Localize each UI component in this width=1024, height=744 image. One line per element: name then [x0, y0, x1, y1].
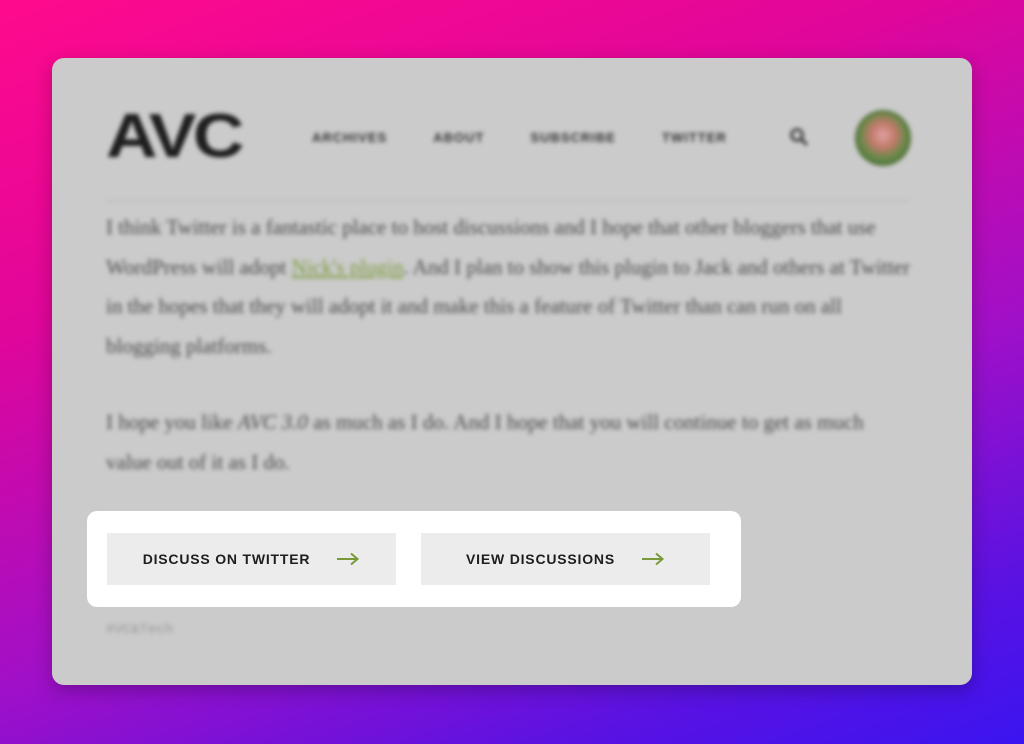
post-tag[interactable]: #VC&Tech	[106, 622, 173, 638]
search-icon[interactable]	[788, 126, 810, 148]
nav-twitter[interactable]: TWITTER	[662, 130, 727, 145]
paragraph-text: I hope you like	[106, 410, 238, 434]
article-paragraph: I think Twitter is a fantastic place to …	[106, 208, 912, 366]
header-divider	[106, 200, 909, 201]
nav-subscribe[interactable]: SUBSCRIBE	[530, 130, 616, 145]
nicks-plugin-link[interactable]: Nick's plugin	[292, 255, 404, 279]
site-logo[interactable]: AVC	[106, 106, 244, 168]
discuss-button-label: DISCUSS ON TWITTER	[142, 551, 311, 567]
main-nav: ARCHIVES ABOUT SUBSCRIBE TWITTER	[312, 130, 727, 145]
avatar[interactable]	[855, 110, 911, 166]
arrow-right-icon	[641, 552, 665, 566]
paragraph-emphasis: AVC 3.0	[237, 410, 308, 434]
arrow-right-icon	[337, 552, 360, 566]
nav-about[interactable]: ABOUT	[433, 130, 484, 145]
nav-archives[interactable]: ARCHIVES	[312, 130, 387, 145]
article-paragraph: I hope you like AVC 3.0 as much as I do.…	[106, 403, 912, 482]
view-discussions-button[interactable]: VIEW DISCUSSIONS	[421, 533, 710, 585]
view-discussions-label: VIEW DISCUSSIONS	[466, 551, 615, 567]
discuss-on-twitter-button[interactable]: DISCUSS ON TWITTER	[107, 533, 396, 585]
